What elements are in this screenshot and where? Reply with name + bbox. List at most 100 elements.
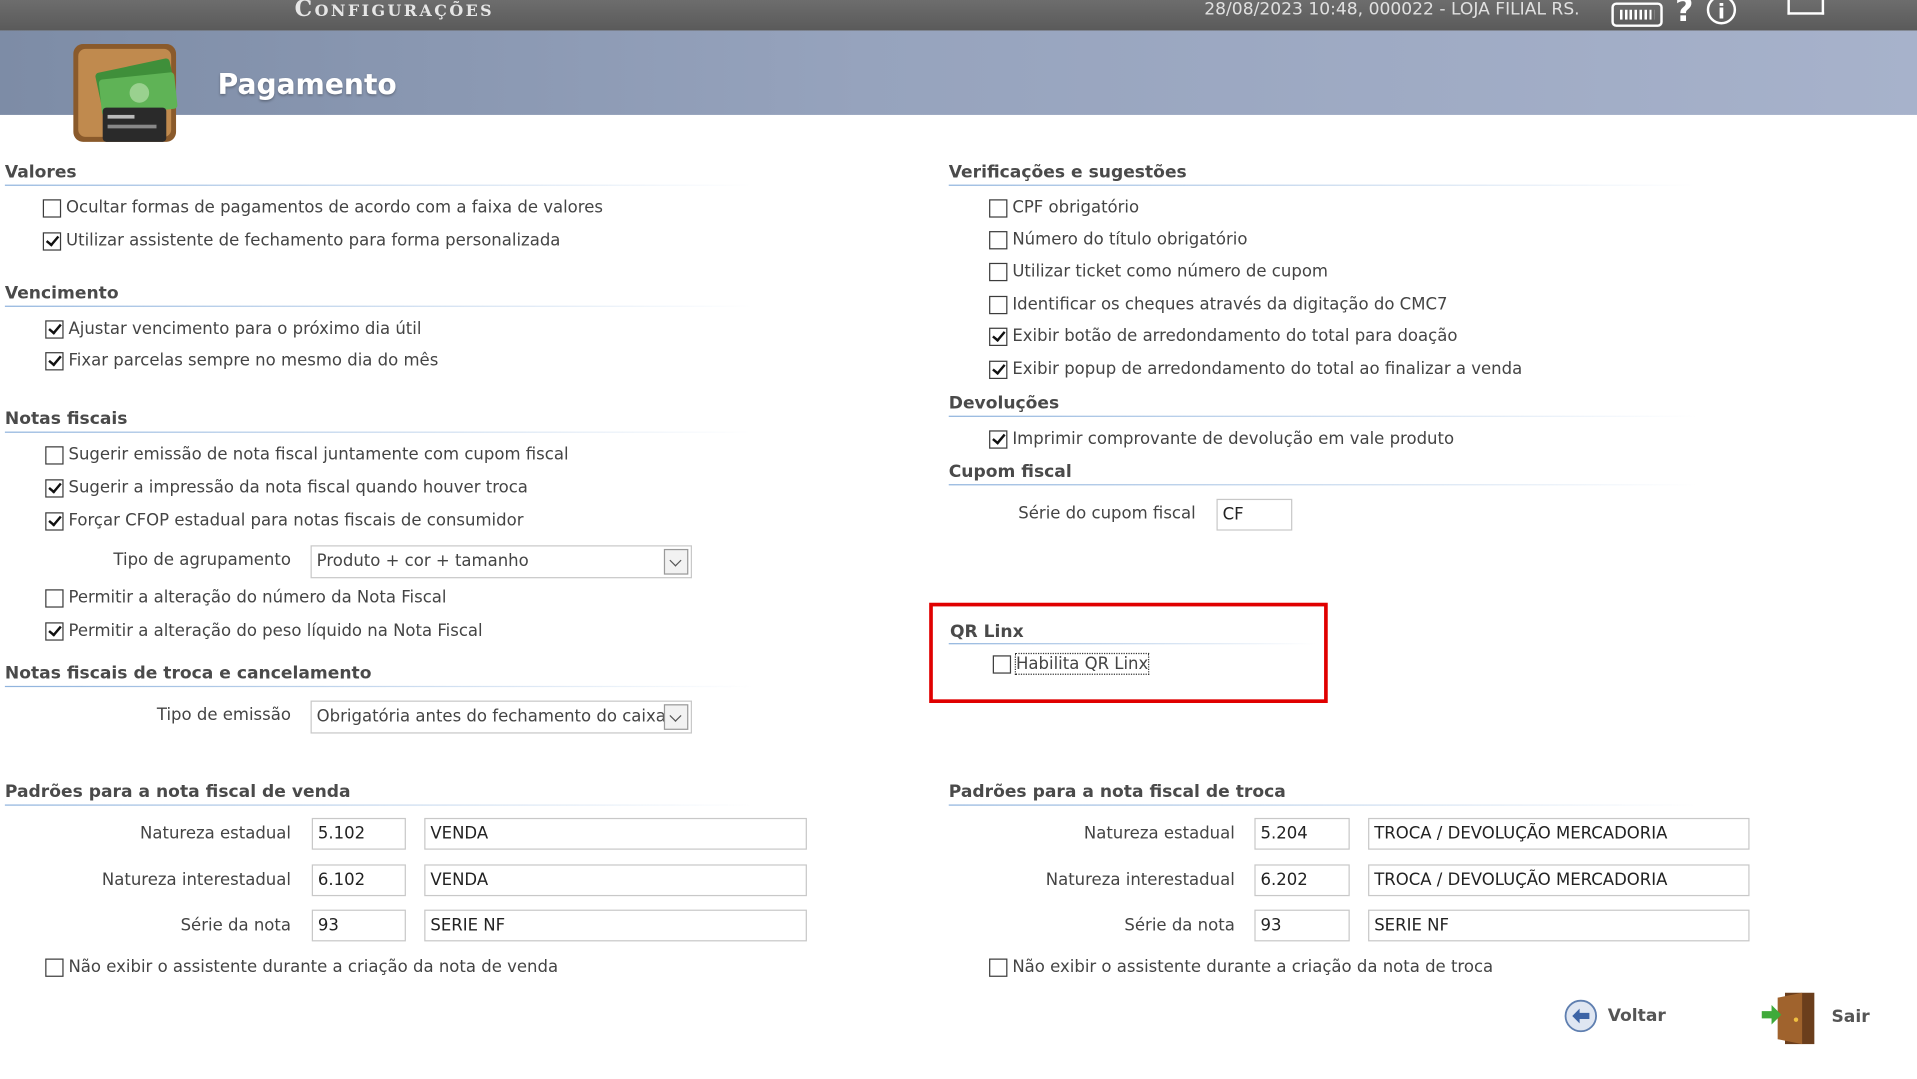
checkbox-label: Utilizar assistente de fechamento para f… xyxy=(66,231,561,251)
checkbox-label: Habilita QR Linx xyxy=(1014,652,1150,675)
checkbox-box[interactable] xyxy=(989,230,1008,249)
checkbox-forcar-cfop[interactable]: Forçar CFOP estadual para notas fiscais … xyxy=(45,511,524,531)
natureza-estadual-desc-input[interactable]: VENDA xyxy=(424,817,807,850)
troca-natureza-estadual-code-input[interactable]: 5.204 xyxy=(1254,817,1350,850)
checkbox-box[interactable] xyxy=(42,198,62,218)
checkbox-label: Forçar CFOP estadual para notas fiscais … xyxy=(68,511,524,531)
natureza-interestadual-label: Natureza interestadual xyxy=(101,870,291,891)
checkbox-box[interactable] xyxy=(45,511,64,530)
checkbox-box[interactable] xyxy=(45,621,64,641)
checkbox-numero-titulo[interactable]: Número do título obrigatório xyxy=(989,230,1247,249)
troca-serie-nota-desc-input[interactable]: SERIE NF xyxy=(1368,909,1750,942)
section-qr-linx-title: QR Linx xyxy=(949,622,1024,642)
checkbox-box[interactable] xyxy=(45,957,64,977)
checkbox-sugerir-impressao[interactable]: Sugerir a impressão da nota fiscal quand… xyxy=(45,478,528,498)
checkbox-alterar-peso-nf[interactable]: Permitir a alteração do peso líquido na … xyxy=(45,621,483,641)
agrupamento-select[interactable]: Produto + cor + tamanho xyxy=(310,545,692,579)
section-nf-venda-title: Padrões para a nota fiscal de venda xyxy=(4,782,351,803)
serie-nota-code-input[interactable]: 93 xyxy=(311,909,406,942)
serie-nota-label: Série da nota xyxy=(180,915,291,936)
highlight-box xyxy=(929,602,1328,703)
checkbox-box[interactable] xyxy=(989,262,1008,281)
minimize-icon[interactable] xyxy=(1787,0,1825,15)
exit-button[interactable]: Sair xyxy=(1761,988,1870,1047)
checkbox-box[interactable] xyxy=(989,360,1008,379)
screen: Configurações 28/08/2023 10:48, 000022 -… xyxy=(0,0,1917,1076)
section-divider xyxy=(948,484,1697,486)
checkbox-nao-exibir-assistente-venda[interactable]: Não exibir o assistente durante a criaçã… xyxy=(45,957,558,977)
page-title: Pagamento xyxy=(217,69,397,102)
checkbox-box[interactable] xyxy=(45,445,64,464)
checkbox-box[interactable] xyxy=(42,231,62,251)
section-divider xyxy=(4,431,754,433)
exit-label: Sair xyxy=(1831,1007,1870,1027)
natureza-interestadual-desc-input[interactable]: VENDA xyxy=(424,864,807,897)
checkbox-sugerir-emissao[interactable]: Sugerir emissão de nota fiscal juntament… xyxy=(45,445,569,465)
section-divider xyxy=(948,415,1697,417)
checkbox-box[interactable] xyxy=(989,327,1008,346)
checkbox-label: Imprimir comprovante de devolução em val… xyxy=(1012,429,1455,449)
checkbox-box[interactable] xyxy=(989,429,1008,449)
checkbox-alterar-numero-nf[interactable]: Permitir a alteração do número da Nota F… xyxy=(45,588,446,608)
troca-natureza-interestadual-code-input[interactable]: 6.202 xyxy=(1254,864,1350,897)
checkbox-box[interactable] xyxy=(45,588,64,608)
serie-cupom-input[interactable]: CF xyxy=(1216,498,1293,531)
checkbox-assistente-fechamento[interactable]: Utilizar assistente de fechamento para f… xyxy=(42,231,561,251)
checkbox-box[interactable] xyxy=(45,319,64,339)
checkbox-label: Não exibir o assistente durante a criaçã… xyxy=(1012,957,1494,977)
checkbox-comprovante-devolucao[interactable]: Imprimir comprovante de devolução em val… xyxy=(989,429,1454,449)
serie-nota-desc-input[interactable]: SERIE NF xyxy=(424,909,807,942)
tipo-emissao-value: Obrigatória antes do fechamento do caixa xyxy=(316,706,666,727)
tipo-emissao-select[interactable]: Obrigatória antes do fechamento do caixa xyxy=(310,700,692,734)
checkbox-cpf-obrigatorio[interactable]: CPF obrigatório xyxy=(989,198,1139,218)
section-troca-cancelamento-title: Notas fiscais de troca e cancelamento xyxy=(4,663,372,684)
troca-natureza-interestadual-desc-input[interactable]: TROCA / DEVOLUÇÃO MERCADORIA xyxy=(1368,864,1750,897)
section-divider xyxy=(4,305,754,307)
info-icon[interactable]: i xyxy=(1706,0,1737,25)
section-divider xyxy=(948,643,1316,645)
checkbox-label: Permitir a alteração do número da Nota F… xyxy=(68,588,447,608)
section-divider xyxy=(4,804,754,806)
checkbox-label: Sugerir emissão de nota fiscal juntament… xyxy=(68,445,569,465)
checkbox-botao-arredondamento[interactable]: Exibir botão de arredondamento do total … xyxy=(989,326,1457,346)
checkbox-label: Fixar parcelas sempre no mesmo dia do mê… xyxy=(68,350,439,371)
serie-cupom-label: Série do cupom fiscal xyxy=(1018,503,1196,524)
checkbox-box[interactable] xyxy=(45,478,64,497)
checkbox-box[interactable] xyxy=(989,295,1008,314)
keyboard-icon[interactable] xyxy=(1611,2,1663,27)
dropdown-arrow-icon[interactable] xyxy=(663,548,689,575)
dropdown-arrow-icon[interactable] xyxy=(663,704,689,730)
help-icon[interactable]: ? xyxy=(1675,0,1693,29)
checkbox-nao-exibir-assistente-troca[interactable]: Não exibir o assistente durante a criaçã… xyxy=(989,957,1493,977)
troca-serie-nota-code-input[interactable]: 93 xyxy=(1254,909,1350,942)
checkbox-habilita-qr-linx[interactable]: Habilita QR Linx xyxy=(992,652,1150,675)
section-cupom-title: Cupom fiscal xyxy=(948,462,1072,482)
section-divider xyxy=(948,184,1697,186)
checkbox-label: Permitir a alteração do peso líquido na … xyxy=(68,621,483,641)
section-divider xyxy=(948,804,1697,806)
troca-serie-nota-label: Série da nota xyxy=(1124,915,1235,936)
checkbox-label: Utilizar ticket como número de cupom xyxy=(1012,261,1328,282)
checkbox-box[interactable] xyxy=(45,351,64,370)
checkbox-fixar-parcelas[interactable]: Fixar parcelas sempre no mesmo dia do mê… xyxy=(45,350,439,371)
wallet-icon xyxy=(73,44,178,142)
checkbox-box[interactable] xyxy=(989,957,1008,977)
checkbox-popup-arredondamento[interactable]: Exibir popup de arredondamento do total … xyxy=(989,359,1522,379)
tipo-emissao-label: Tipo de emissão xyxy=(156,705,291,726)
natureza-estadual-code-input[interactable]: 5.102 xyxy=(311,817,406,850)
back-button[interactable]: Voltar xyxy=(1564,999,1666,1033)
checkbox-box[interactable] xyxy=(992,654,1012,674)
section-devolucoes-title: Devoluções xyxy=(948,393,1060,414)
checkbox-box[interactable] xyxy=(989,198,1008,218)
natureza-interestadual-code-input[interactable]: 6.102 xyxy=(311,864,406,897)
back-label: Voltar xyxy=(1607,1006,1666,1026)
checkbox-ocultar-formas[interactable]: Ocultar formas de pagamentos de acordo c… xyxy=(42,198,603,218)
checkbox-ajustar-vencimento[interactable]: Ajustar vencimento para o próximo dia út… xyxy=(45,319,421,339)
checkbox-label: Ajustar vencimento para o próximo dia út… xyxy=(68,319,422,339)
title-bar: Configurações 28/08/2023 10:48, 000022 -… xyxy=(0,0,1917,31)
checkbox-cheques-cmc7[interactable]: Identificar os cheques através da digita… xyxy=(989,295,1447,314)
agrupamento-label: Tipo de agrupamento xyxy=(113,550,291,570)
section-verificacoes-title: Verificações e sugestões xyxy=(948,162,1187,183)
checkbox-ticket-cupom[interactable]: Utilizar ticket como número de cupom xyxy=(989,261,1328,282)
troca-natureza-estadual-desc-input[interactable]: TROCA / DEVOLUÇÃO MERCADORIA xyxy=(1368,817,1750,850)
